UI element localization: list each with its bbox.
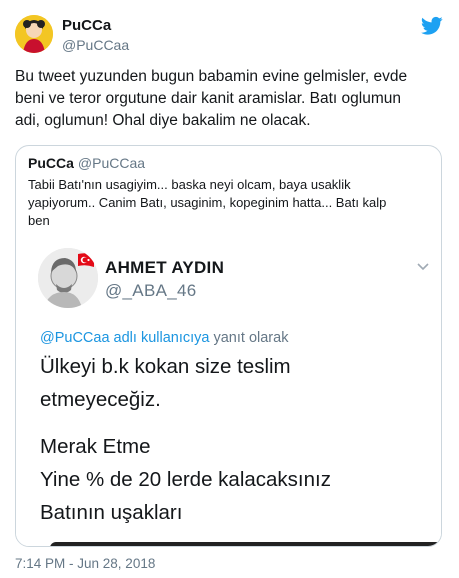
quoted-author-name: PuCCa (28, 155, 74, 171)
embedded-bottom-bar (50, 542, 441, 546)
tweet-text-line: adi, oglumun! Ohal diye bakalim ne olaca… (15, 112, 311, 129)
reply-context: @PuCCaa adlı kullanıcıya yanıt olarak (40, 330, 288, 346)
author-handle[interactable]: @PuCCaa (62, 37, 129, 53)
tweet-text: Bu tweet yuzunden bugun babamin evine ge… (15, 66, 443, 132)
tweet-text-line: beni ve teror orgutune dair kanit aramis… (15, 90, 401, 107)
chevron-down-icon[interactable] (415, 258, 431, 274)
embedded-body-line: Batının uşakları (40, 501, 183, 524)
reply-mention-link[interactable]: @PuCCaa adlı kullanıcıya (40, 330, 209, 346)
tweet-card: PuCCa @PuCCaa Bu tweet yuzunden bugun ba… (0, 0, 459, 578)
author-avatar[interactable] (15, 15, 53, 53)
embedded-avatar (38, 248, 98, 308)
embedded-author-handle: @_ABA_46 (105, 281, 197, 300)
reply-suffix: yanıt olarak (209, 330, 289, 346)
turkish-flag-icon (78, 253, 94, 267)
quoted-tweet-text: Tabii Batı'nın usagiyim... baska neyi ol… (28, 176, 428, 230)
quoted-tweet-header: PuCCa @PuCCaa (28, 155, 145, 171)
quoted-text-line: Tabii Batı'nın usagiyim... baska neyi ol… (28, 177, 351, 192)
embedded-screenshot[interactable]: AHMET AYDIN @_ABA_46 @PuCCaa adlı kullan… (16, 238, 441, 546)
embedded-author-name: AHMET AYDIN (105, 258, 225, 277)
quoted-author-handle: @PuCCaa (77, 155, 146, 171)
embedded-body-line: Ülkeyi b.k kokan size teslim (40, 355, 291, 378)
embedded-body-line: Yine % de 20 lerde kalacaksınız (40, 468, 331, 491)
embedded-tweet-body: Ülkeyi b.k kokan size teslim etmeyeceğiz… (40, 350, 430, 529)
author-name[interactable]: PuCCa (62, 17, 111, 34)
quoted-tweet[interactable]: PuCCa @PuCCaa Tabii Batı'nın usagiyim... … (15, 145, 442, 547)
tweet-text-line: Bu tweet yuzunden bugun babamin evine ge… (15, 68, 408, 85)
twitter-bird-icon[interactable] (421, 16, 443, 36)
quoted-text-line: ben (28, 213, 50, 228)
quoted-text-line: yapiyorum.. Canim Batı, usaginim, kopegi… (28, 195, 387, 210)
embedded-body-line: Merak Etme (40, 435, 151, 458)
tweet-timestamp[interactable]: 7:14 PM - Jun 28, 2018 (15, 556, 155, 571)
embedded-body-line: etmeyeceğiz. (40, 388, 161, 411)
